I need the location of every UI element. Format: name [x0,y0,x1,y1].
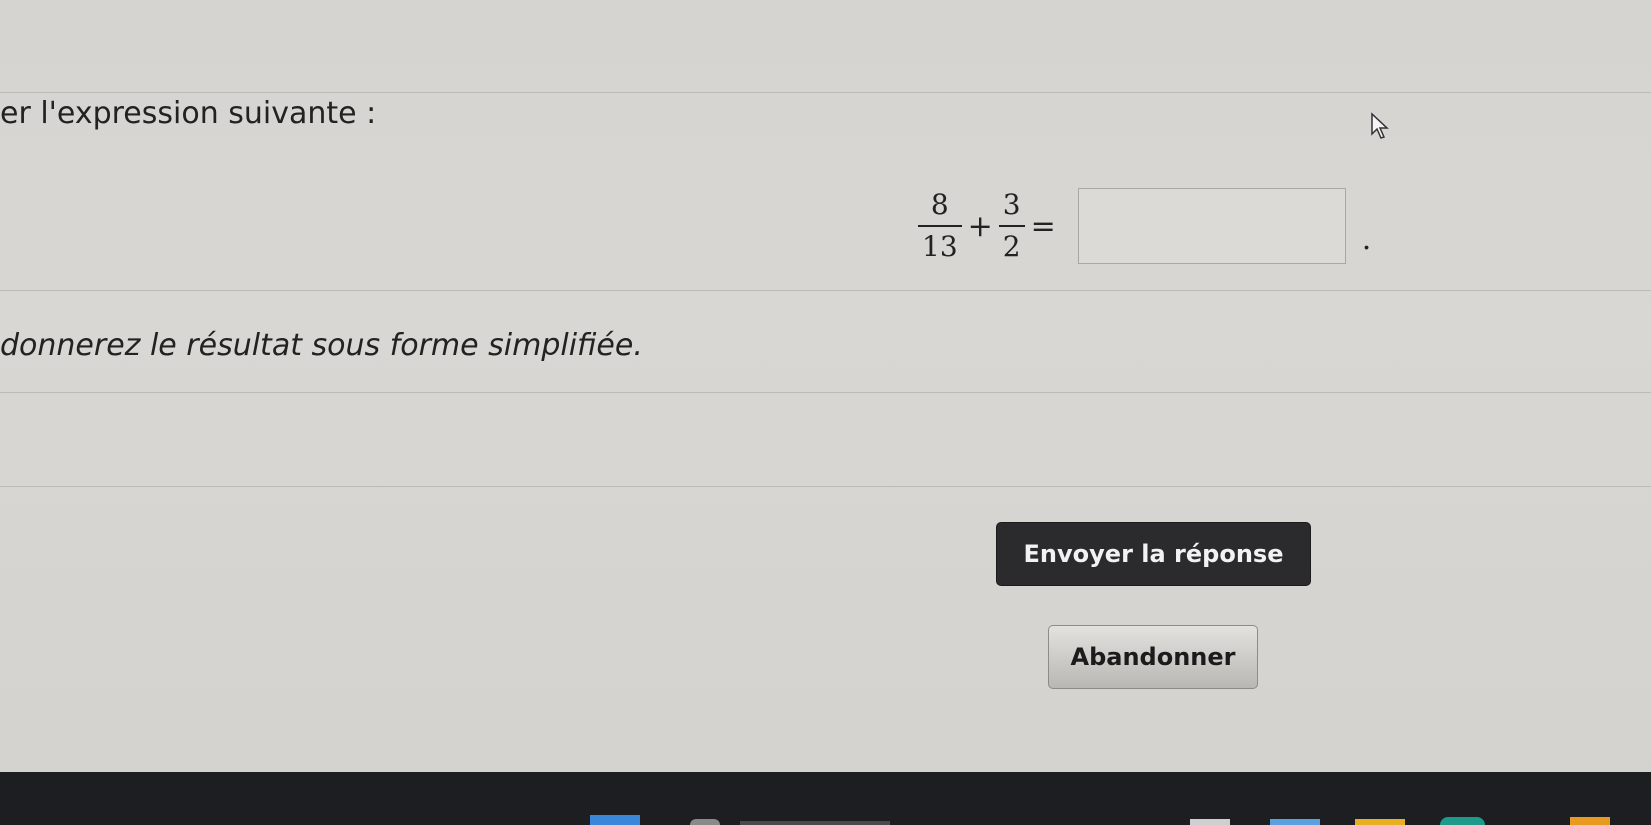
search-icon[interactable] [690,819,720,825]
taskbar [0,772,1651,825]
divider [0,290,1651,291]
abandon-button[interactable]: Abandonner [1048,625,1258,689]
instruction-text: donnerez le résultat sous forme simplifi… [0,328,643,363]
browser-icon[interactable] [1440,817,1485,825]
fraction-1: 8 13 [918,191,962,261]
fraction-2: 3 2 [998,188,1025,263]
search-box[interactable] [740,821,890,825]
question-prompt: er l'expression suivante : [0,96,377,131]
fraction-2-numerator: 3 [1002,188,1021,221]
answer-input[interactable] [1077,188,1346,264]
mouse-pointer-icon [1371,112,1389,139]
fraction-1-denominator: 13 [922,230,958,263]
file-explorer-icon[interactable] [1270,819,1320,825]
app-icon[interactable] [1570,817,1610,825]
period: . [1361,221,1372,257]
windows-start-icon[interactable] [590,815,640,825]
equals-sign: = [1030,208,1056,244]
divider [0,486,1651,487]
folder-icon[interactable] [1355,819,1405,825]
submit-answer-button[interactable]: Envoyer la réponse [996,522,1311,586]
fraction-1-numerator: 8 [930,188,949,221]
math-expression: 8 13 + 3 2 = . [918,176,1371,276]
exercise-page: er l'expression suivante : 8 13 + 3 2 = … [0,0,1651,825]
divider [0,92,1651,93]
plus-sign: + [967,208,993,244]
fraction-2-denominator: 2 [1002,230,1021,263]
taskview-icon[interactable] [1190,819,1230,825]
divider [0,392,1651,393]
